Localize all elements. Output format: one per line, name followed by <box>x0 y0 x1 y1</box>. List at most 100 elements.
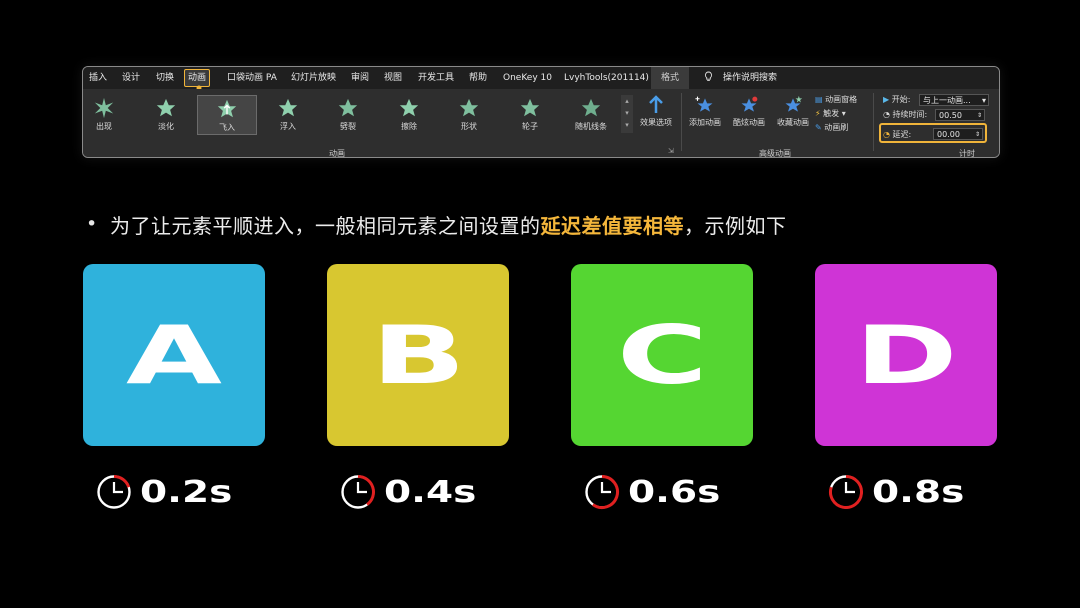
favorite-star-icon <box>785 95 803 112</box>
bullet-highlight: 延迟差值要相等 <box>540 214 684 238</box>
card-b: B <box>327 264 509 446</box>
lightning-icon: ⚡ <box>815 109 821 118</box>
group-label-timing: 计时 <box>959 149 975 158</box>
favorite-animation-label: 收藏动画 <box>777 118 809 127</box>
effect-options-label: 效果选项 <box>640 118 672 127</box>
bullet-text: 为了让元素平顺进入，一般相同元素之间设置的延迟差值要相等，示例如下 <box>110 210 787 239</box>
anim-shape[interactable]: 形状 <box>440 95 498 133</box>
timer-progress-arc <box>357 475 375 506</box>
card-d: D <box>815 264 997 446</box>
pane-icon: ▤ <box>815 95 823 104</box>
delay-highlight-box <box>879 123 987 143</box>
timer-icon <box>341 475 375 509</box>
painter-label: 动画刷 <box>824 123 849 132</box>
timer-value: 0.2s <box>140 474 233 510</box>
cool-star-icon <box>741 96 758 112</box>
add-star-icon <box>695 96 713 112</box>
group-label-advanced: 高级动画 <box>759 149 791 158</box>
add-animation-button[interactable]: 添加动画 <box>685 95 725 128</box>
painter-icon: ✎ <box>815 123 822 132</box>
ribbon-body: 出现 淡化 飞入 浮入 劈裂 擦除 形状 轮子 随机线条 ▴ ▾ ▾ 效果选项 … <box>83 89 999 157</box>
group-label-animation: 动画 <box>329 149 345 158</box>
card-letter: C <box>616 308 708 402</box>
timer-c: 0.6s <box>584 472 720 512</box>
start-label: ▶ 开始: <box>883 94 910 105</box>
add-animation-label: 添加动画 <box>689 118 721 127</box>
animation-painter-button[interactable]: ✎ 动画刷 <box>815 122 848 133</box>
duration-input[interactable]: 00.50 ⇕ <box>935 109 985 121</box>
timer-value: 0.6s <box>628 474 721 510</box>
effect-options-button[interactable]: 效果选项 <box>635 95 677 128</box>
anim-label: 轮子 <box>522 122 538 131</box>
divider <box>681 93 682 151</box>
arrow-up-icon <box>649 95 663 113</box>
starburst-icon <box>94 97 114 119</box>
anim-wheel[interactable]: 轮子 <box>501 95 559 133</box>
star-icon <box>278 98 298 117</box>
trigger-label: 触发 <box>823 109 840 118</box>
anim-label: 出现 <box>96 122 112 131</box>
favorite-animation-button[interactable]: 收藏动画 <box>771 95 815 128</box>
anim-fly-in[interactable]: 飞入 <box>197 95 257 135</box>
clock-icon: ◔ <box>883 110 890 119</box>
star-arrow-icon <box>217 99 237 118</box>
star-icon <box>338 98 358 117</box>
pane-label: 动画窗格 <box>825 95 858 104</box>
bullet-dot: • <box>86 213 98 235</box>
timer-icon <box>829 475 863 509</box>
star-icon <box>399 98 419 117</box>
trigger-button[interactable]: ⚡ 触发 ▾ <box>815 108 846 119</box>
anim-label: 浮入 <box>280 122 296 131</box>
anim-fade[interactable]: 淡化 <box>137 95 195 133</box>
anim-float-in[interactable]: 浮入 <box>259 95 317 133</box>
timer-a: 0.2s <box>96 472 232 512</box>
play-icon: ▶ <box>883 95 890 104</box>
cool-animation-button[interactable]: 酷炫动画 <box>727 95 771 128</box>
timer-d: 0.8s <box>828 472 964 512</box>
anim-label: 淡化 <box>158 122 174 131</box>
animation-pane-button[interactable]: ▤ 动画窗格 <box>815 94 857 105</box>
gallery-scroll[interactable]: ▴ ▾ ▾ <box>621 95 633 133</box>
duration-label: ◔ 持续时间: <box>883 109 927 120</box>
card-a: A <box>83 264 265 446</box>
duration-value: 00.50 <box>939 111 962 120</box>
cool-animation-label: 酷炫动画 <box>733 118 765 127</box>
star-icon <box>156 98 176 117</box>
timer-icon <box>585 475 619 509</box>
card-c: C <box>571 264 753 446</box>
anim-wipe[interactable]: 擦除 <box>380 95 438 133</box>
start-label-text: 开始: <box>891 95 911 104</box>
anim-label: 形状 <box>461 122 477 131</box>
timer-value: 0.8s <box>872 474 965 510</box>
star-icon <box>520 98 540 117</box>
scroll-down-icon[interactable]: ▾ <box>621 107 633 119</box>
scroll-up-icon[interactable]: ▴ <box>621 95 633 107</box>
bullet-text-end: ，示例如下 <box>684 214 787 238</box>
start-select[interactable]: 与上一动画... ▾ <box>919 94 989 106</box>
star-icon <box>459 98 479 117</box>
powerpoint-ribbon: 插入 设计 切换 动画 口袋动画 PA 幻灯片放映 审阅 视图 开发工具 帮助 … <box>82 66 1000 158</box>
card-letter: B <box>370 308 466 402</box>
star-icon <box>581 98 601 117</box>
spinner-icon[interactable]: ⇕ <box>977 110 982 122</box>
start-value: 与上一动画... <box>923 96 971 105</box>
timer-progress-arc <box>113 475 131 488</box>
dialog-launcher-icon[interactable]: ⇲ <box>668 147 674 155</box>
card-letter: A <box>126 308 222 402</box>
divider <box>873 93 874 151</box>
timer-icon <box>97 475 131 509</box>
card-letter: D <box>854 308 958 402</box>
anim-label: 随机线条 <box>575 122 607 131</box>
duration-label-text: 持续时间: <box>892 110 928 119</box>
anim-label: 劈裂 <box>340 122 356 131</box>
anim-appear[interactable]: 出现 <box>83 95 133 133</box>
bullet-text-start: 为了让元素平顺进入，一般相同元素之间设置的 <box>110 214 541 238</box>
timer-b: 0.4s <box>340 472 476 512</box>
more-icon[interactable]: ▾ <box>621 119 633 131</box>
anim-random-bars[interactable]: 随机线条 <box>562 95 620 133</box>
chevron-down-icon: ▾ <box>981 96 986 105</box>
anim-label: 飞入 <box>219 123 235 132</box>
anim-split[interactable]: 劈裂 <box>319 95 377 133</box>
anim-label: 擦除 <box>401 122 417 131</box>
timer-value: 0.4s <box>384 474 477 510</box>
